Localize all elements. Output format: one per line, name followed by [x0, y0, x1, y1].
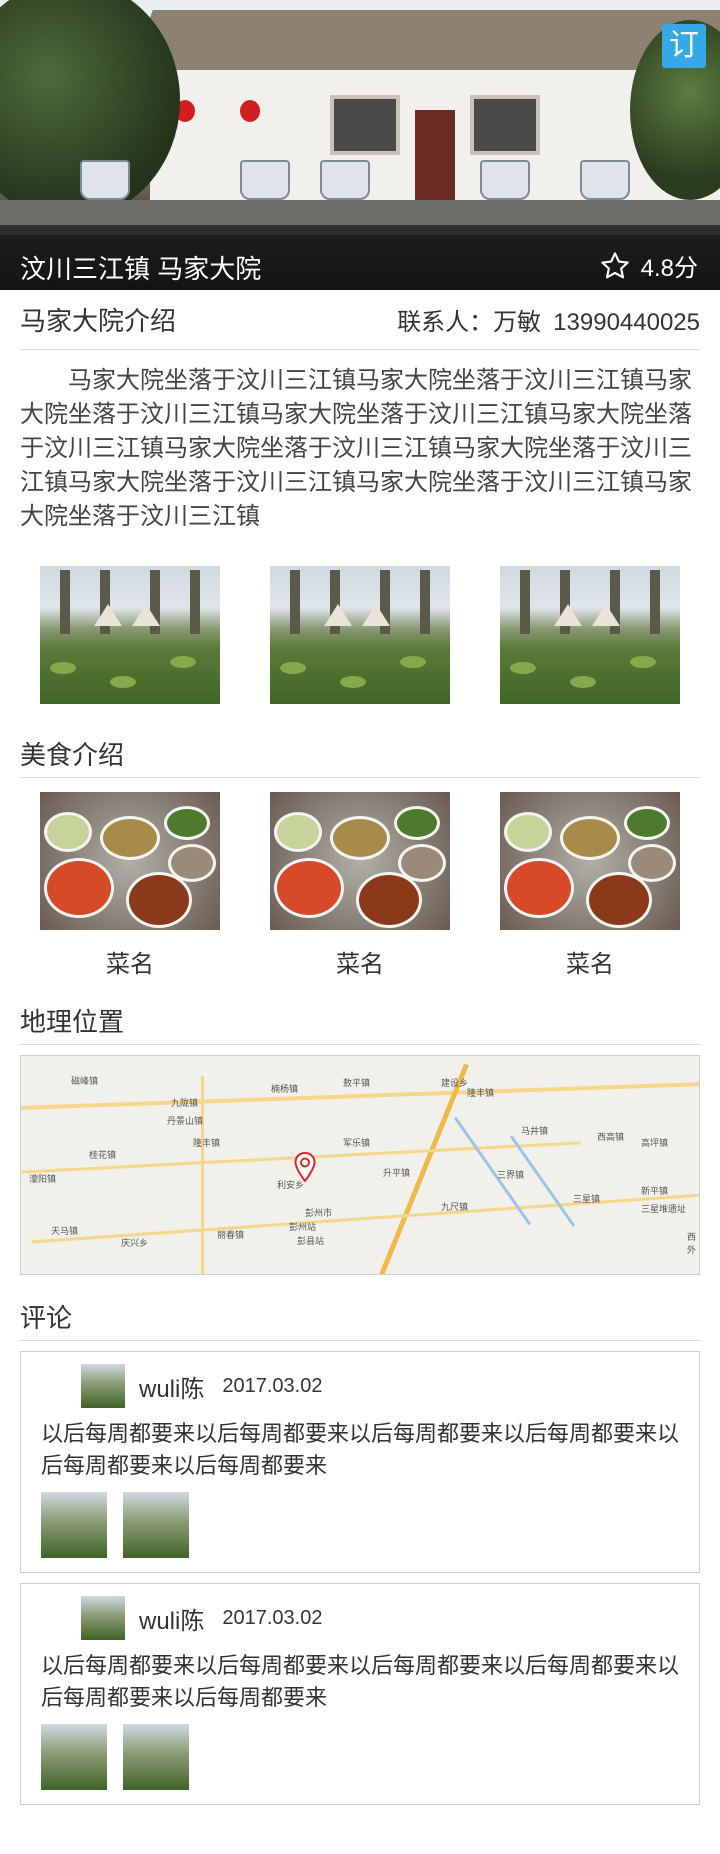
comment-photos — [41, 1724, 679, 1790]
gallery-photo[interactable] — [40, 566, 220, 704]
photo-gallery — [0, 566, 720, 704]
map-label: 丹景山镇 — [167, 1116, 204, 1126]
comment-photo[interactable] — [41, 1724, 107, 1790]
intro-heading: 马家大院介绍 — [20, 306, 177, 336]
map-label: 西高镇 — [597, 1132, 625, 1142]
map-label: 敖平镇 — [343, 1078, 371, 1088]
hero-pot — [480, 160, 530, 200]
hero-banner: 汶川三江镇 马家大院 4.8分 订 — [0, 0, 720, 290]
map-label: 彭县站 — [297, 1236, 325, 1246]
food-name: 菜名 — [106, 951, 154, 978]
food-item[interactable]: 菜名 — [500, 792, 680, 979]
hero-window — [470, 95, 540, 155]
food-header: 美食介绍 — [20, 730, 700, 778]
phone-link[interactable]: 13990440025 — [553, 309, 700, 336]
food-photo — [270, 792, 450, 930]
comment-text: 以后每周都要来以后每周都要来以后每周都要来以后每周都要来以后每周都要来以后每周都… — [41, 1421, 680, 1478]
map-label: 建设乡 — [441, 1078, 469, 1088]
gallery-photo[interactable] — [270, 566, 450, 704]
map-label: 九尺镇 — [441, 1202, 469, 1212]
map-label: 隆丰镇 — [193, 1138, 221, 1148]
comments-header: 评论 — [20, 1293, 700, 1341]
comment-photo[interactable] — [123, 1724, 189, 1790]
food-photo — [500, 792, 680, 930]
map-label: 九陇镇 — [171, 1098, 199, 1108]
rating-value: 4.8分 — [640, 255, 698, 282]
comment-header: wuli陈 2017.03.02 — [41, 1364, 679, 1408]
rating: 4.8分 — [597, 248, 698, 283]
hero-pots — [80, 150, 720, 200]
map-label: 军乐镇 — [343, 1138, 371, 1148]
location-map[interactable]: 磁峰镇 九陇镇 丹景山镇 桂花镇 隆丰镇 楠杨镇 敖平镇 建设乡 隆丰镇 军乐镇… — [20, 1055, 700, 1275]
location-heading: 地理位置 — [20, 1007, 125, 1037]
hero-ledge — [0, 200, 720, 225]
food-photo — [40, 792, 220, 930]
map-label: 楠杨镇 — [271, 1084, 299, 1094]
map-label: 隆丰镇 — [467, 1088, 495, 1098]
food-item[interactable]: 菜名 — [40, 792, 220, 979]
map-label: 马井镇 — [521, 1126, 549, 1136]
comments-heading: 评论 — [20, 1303, 73, 1333]
comment-card: wuli陈 2017.03.02 以后每周都要来以后每周都要来以后每周都要来以后… — [20, 1583, 700, 1805]
hero-pot — [320, 160, 370, 200]
comment-user[interactable]: wuli陈 — [139, 1369, 204, 1404]
intro-header: 马家大院介绍 联系人：万敏 13990440025 — [20, 290, 700, 350]
comment-photos — [41, 1492, 679, 1558]
comment-user[interactable]: wuli陈 — [139, 1601, 204, 1636]
hero-pot — [580, 160, 630, 200]
map-label: 三星镇 — [573, 1194, 601, 1204]
place-title: 汶川三江镇 马家大院 — [20, 254, 262, 284]
location-header: 地理位置 — [20, 997, 700, 1045]
comment-card: wuli陈 2017.03.02 以后每周都要来以后每周都要来以后每周都要来以后… — [20, 1351, 700, 1573]
comment-photo[interactable] — [123, 1492, 189, 1558]
map-label: 新平镇 — [641, 1186, 669, 1196]
gallery-photo[interactable] — [500, 566, 680, 704]
map-label: 磁峰镇 — [71, 1076, 99, 1086]
intro-description: 马家大院坐落于汶川三江镇马家大院坐落于汶川三江镇马家大院坐落于汶川三江镇马家大院… — [20, 367, 692, 530]
book-button[interactable]: 订 — [662, 24, 706, 68]
contact-label: 联系人：万敏 — [397, 309, 542, 336]
hero-lantern — [240, 100, 260, 122]
map-label: 西外 — [687, 1232, 697, 1255]
avatar[interactable] — [81, 1596, 125, 1640]
hero-pot — [240, 160, 290, 200]
map-label: 三界镇 — [497, 1170, 525, 1180]
food-name: 菜名 — [336, 951, 384, 978]
map-label: 三星堆遗址 — [641, 1204, 687, 1214]
map-label: 濛阳镇 — [29, 1174, 57, 1184]
map-label: 彭州站 — [289, 1222, 317, 1232]
food-item[interactable]: 菜名 — [270, 792, 450, 979]
food-heading: 美食介绍 — [20, 740, 125, 770]
hero-window — [330, 95, 400, 155]
map-label: 桂花镇 — [89, 1150, 117, 1160]
map-label: 丽春镇 — [217, 1230, 245, 1240]
food-name: 菜名 — [566, 951, 614, 978]
map-pin-icon[interactable] — [293, 1152, 317, 1182]
map-label: 彭州市 — [305, 1208, 333, 1218]
avatar[interactable] — [81, 1364, 125, 1408]
food-list: 菜名 菜名 菜名 — [0, 792, 720, 979]
map-label: 天马镇 — [51, 1226, 79, 1236]
map-label: 升平镇 — [383, 1168, 411, 1178]
comment-header: wuli陈 2017.03.02 — [41, 1596, 679, 1640]
comment-date: 2017.03.02 — [222, 1374, 323, 1397]
map-label: 高坪镇 — [641, 1138, 669, 1148]
hero-pot — [80, 160, 130, 200]
contact-info: 联系人：万敏 13990440025 — [397, 302, 700, 337]
comment-photo[interactable] — [41, 1492, 107, 1558]
star-icon — [600, 251, 629, 278]
comment-text: 以后每周都要来以后每周都要来以后每周都要来以后每周都要来以后每周都要来以后每周都… — [41, 1653, 680, 1710]
map-label: 庆兴乡 — [121, 1238, 149, 1248]
comment-date: 2017.03.02 — [222, 1606, 323, 1629]
